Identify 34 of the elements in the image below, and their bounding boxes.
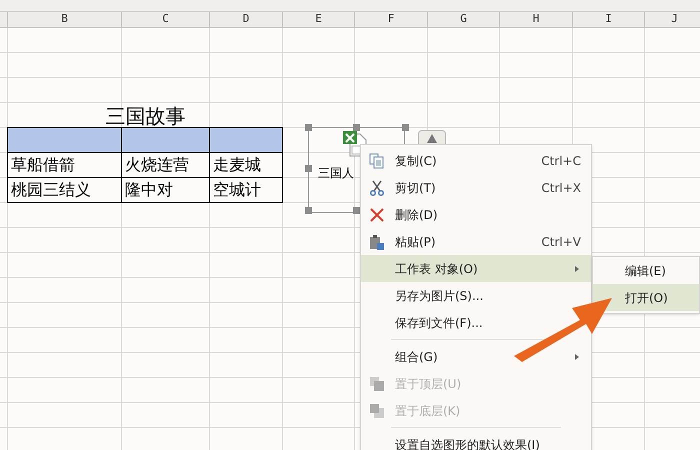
menu-item[interactable]: 编辑(E) — [593, 257, 699, 284]
column-header[interactable]: J — [645, 12, 700, 27]
menu-item[interactable]: 另存为图片(S)... — [361, 282, 591, 309]
resize-handle[interactable] — [353, 124, 360, 131]
column-header[interactable]: H — [500, 12, 573, 27]
resize-handle[interactable] — [305, 165, 312, 172]
resize-handle[interactable] — [305, 207, 312, 214]
menu-item[interactable]: 工作表 对象(O) — [361, 255, 591, 282]
copy-icon — [369, 152, 385, 168]
column-header[interactable]: B — [8, 12, 122, 27]
resize-handle[interactable] — [402, 124, 409, 131]
column-header[interactable]: I — [573, 12, 645, 27]
resize-handle[interactable] — [305, 124, 312, 131]
delete-icon — [369, 206, 385, 222]
menu-item[interactable]: 组合(G) — [361, 343, 591, 370]
object-label: 三国人 — [318, 165, 354, 182]
send-to-back-icon — [369, 402, 385, 418]
submenu-arrow-icon — [573, 352, 581, 360]
resize-handle[interactable] — [353, 207, 360, 214]
table-cell: 空城计 — [209, 177, 283, 203]
paste-icon — [369, 234, 385, 250]
column-header[interactable]: F — [355, 12, 428, 27]
table-title: 三国故事 — [104, 103, 186, 128]
column-header[interactable]: G — [428, 12, 500, 27]
menu-item[interactable]: 打开(O) — [593, 284, 699, 311]
menu-item[interactable]: 粘贴(P) Ctrl+V — [361, 228, 591, 255]
column-header[interactable]: D — [210, 12, 283, 27]
column-header[interactable]: C — [122, 12, 210, 27]
table-cell: 桃园三结义 — [7, 177, 122, 203]
column-header[interactable]: E — [283, 12, 355, 27]
triangle-icon — [425, 132, 439, 144]
scissors-icon — [369, 180, 385, 196]
submenu-arrow-icon — [573, 264, 581, 272]
bring-to-front-icon — [369, 376, 385, 392]
